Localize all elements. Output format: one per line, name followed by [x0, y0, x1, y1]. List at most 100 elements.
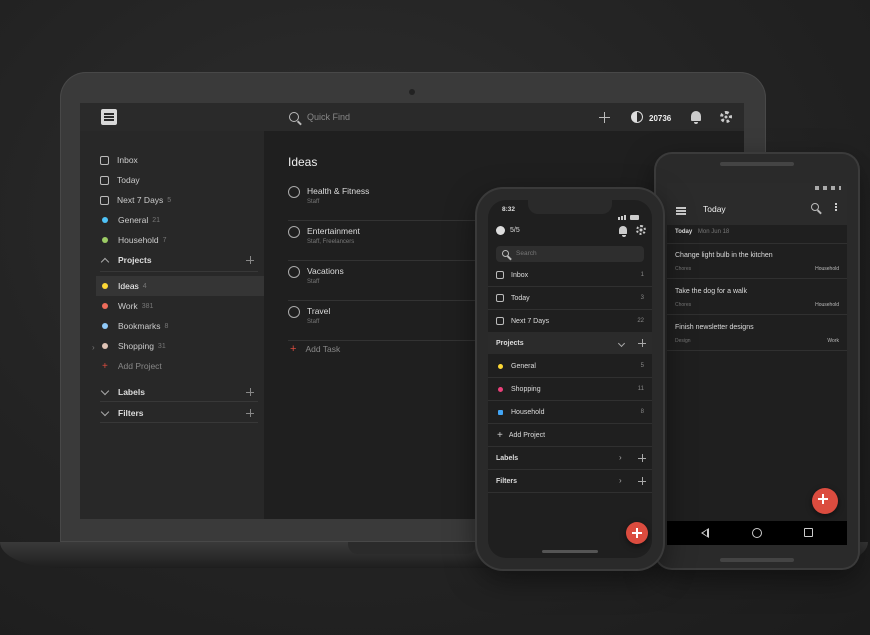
divider — [667, 243, 847, 244]
iphone-notch — [528, 200, 612, 214]
iphone-labels-header[interactable]: Labels › — [488, 447, 652, 469]
android-screen: Today Today Mon Jun 18 Change light bulb… — [667, 183, 847, 545]
android-phone-frame: Today Today Mon Jun 18 Change light bulb… — [656, 154, 858, 568]
page-title: Ideas — [288, 155, 318, 169]
iphone-time: 8:32 — [502, 206, 516, 213]
search-icon — [502, 250, 509, 257]
iphone-row-inbox[interactable]: Inbox 1 — [488, 264, 652, 286]
quick-find-input[interactable]: Quick Find — [307, 112, 350, 122]
iphone-project-general[interactable]: General 5 — [488, 355, 652, 377]
calendar-week-icon — [100, 195, 109, 205]
inbox-icon — [100, 155, 109, 165]
sidebar-item-inbox[interactable]: Inbox — [100, 150, 138, 170]
task-checkbox[interactable] — [288, 186, 300, 198]
task-item[interactable]: Entertainment Staff, Freelancers — [288, 221, 488, 261]
search-input[interactable]: Search — [496, 246, 644, 262]
notifications-bell-icon[interactable] — [619, 226, 627, 237]
add-label-plus-icon[interactable] — [246, 388, 254, 396]
iphone-project-shopping[interactable]: Shopping 11 — [488, 378, 652, 400]
todoist-logo-icon[interactable] — [101, 109, 117, 125]
android-task-item[interactable]: Take the dog for a walk Chores Household — [667, 281, 847, 315]
laptop-trackpad-notch — [348, 542, 476, 554]
filters-header[interactable]: Filters — [100, 407, 144, 418]
divider — [488, 492, 652, 493]
task-item[interactable]: Vacations Staff — [288, 261, 488, 301]
iphone-add-task-fab[interactable] — [626, 522, 648, 544]
android-task-item[interactable]: Finish newsletter designs Design Work — [667, 317, 847, 351]
iphone-filters-header[interactable]: Filters › — [488, 470, 652, 492]
today-subheader: Today Mon Jun 18 — [675, 229, 730, 235]
recent-apps-icon[interactable] — [804, 528, 813, 537]
expand-chevron-icon[interactable]: › — [92, 343, 95, 352]
add-filter-plus-icon[interactable] — [246, 409, 254, 417]
chevron-up-icon — [100, 257, 110, 266]
task-checkbox[interactable] — [288, 226, 300, 238]
sidebar: Inbox Today Next 7 Days 5 General 21 Hou… — [80, 131, 264, 519]
project-color-dot — [102, 237, 108, 243]
add-filter-plus-icon[interactable] — [638, 477, 646, 485]
sidebar-project-ideas[interactable]: Ideas 4 — [100, 276, 147, 296]
iphone-row-next-7-days[interactable]: Next 7 Days 22 — [488, 310, 652, 332]
chevron-right-icon: › — [619, 453, 622, 462]
project-color-dot — [102, 343, 108, 349]
karma-check-icon[interactable] — [496, 226, 505, 235]
add-label-plus-icon[interactable] — [638, 454, 646, 462]
menu-hamburger-icon[interactable] — [676, 207, 686, 209]
search-icon[interactable] — [811, 203, 819, 211]
iphone-add-project[interactable]: + Add Project — [488, 424, 652, 446]
android-title: Today — [703, 204, 726, 214]
search-icon[interactable] — [289, 112, 299, 122]
project-color-dot — [498, 363, 503, 369]
home-indicator — [542, 550, 598, 553]
settings-gear-icon[interactable] — [636, 225, 646, 235]
app-topbar: Quick Find 20736 — [80, 103, 744, 131]
back-icon[interactable] — [701, 528, 709, 538]
sidebar-project-bookmarks[interactable]: Bookmarks 8 — [100, 316, 168, 336]
project-color-dot — [102, 283, 108, 289]
iphone-screen: 8:32 5/5 Search Inbox 1 Today 3 Next 7 D… — [488, 200, 652, 558]
divider — [100, 271, 258, 272]
add-project-plus-icon[interactable] — [638, 339, 646, 347]
karma-value: 5/5 — [510, 227, 520, 234]
sidebar-project-work[interactable]: Work 381 — [100, 296, 153, 316]
add-task-plus-icon[interactable] — [599, 112, 610, 123]
project-color-dot — [102, 323, 108, 329]
android-task-item[interactable]: Change light bulb in the kitchen Chores … — [667, 245, 847, 279]
calendar-week-icon — [496, 317, 504, 325]
android-nav-bar — [667, 521, 847, 545]
android-app-bar: Today — [667, 193, 847, 225]
chevron-down-icon — [617, 339, 626, 348]
project-color-dot — [102, 303, 108, 309]
iphone-row-today[interactable]: Today 3 — [488, 287, 652, 309]
add-task-button[interactable]: + Add Task — [290, 343, 340, 355]
android-add-task-fab[interactable] — [812, 488, 838, 514]
iphone-project-household[interactable]: Household 8 — [488, 401, 652, 423]
project-color-dot — [102, 217, 108, 223]
add-project-plus-icon[interactable] — [246, 256, 254, 264]
settings-gear-icon[interactable] — [720, 111, 732, 123]
sidebar-item-today[interactable]: Today — [100, 170, 140, 190]
add-plus-icon: + — [102, 360, 108, 372]
sidebar-item-next-7-days[interactable]: Next 7 Days 5 — [100, 190, 171, 210]
home-icon[interactable] — [752, 528, 762, 538]
more-options-icon[interactable] — [835, 203, 837, 205]
notifications-bell-icon[interactable] — [691, 111, 701, 124]
project-color-dot — [498, 386, 503, 392]
task-checkbox[interactable] — [288, 266, 300, 278]
sidebar-add-project[interactable]: + Add Project — [100, 356, 162, 376]
iphone-projects-header[interactable]: Projects — [488, 332, 652, 354]
inbox-icon — [496, 271, 504, 279]
iphone-frame: 8:32 5/5 Search Inbox 1 Today 3 Next 7 D… — [477, 189, 663, 569]
task-item[interactable]: Travel Staff — [288, 301, 488, 341]
sidebar-project-shopping[interactable]: Shopping 31 — [100, 336, 166, 356]
projects-header[interactable]: Projects — [100, 255, 152, 266]
chevron-down-icon — [100, 407, 110, 416]
labels-header[interactable]: Labels — [100, 386, 145, 397]
add-plus-icon: + — [497, 429, 503, 441]
status-icons — [618, 207, 640, 220]
task-item[interactable]: Health & Fitness Staff — [288, 181, 488, 221]
sidebar-item-household[interactable]: Household 7 — [100, 230, 167, 250]
karma-icon[interactable] — [631, 111, 643, 123]
task-checkbox[interactable] — [288, 306, 300, 318]
sidebar-item-general[interactable]: General 21 — [100, 210, 160, 230]
